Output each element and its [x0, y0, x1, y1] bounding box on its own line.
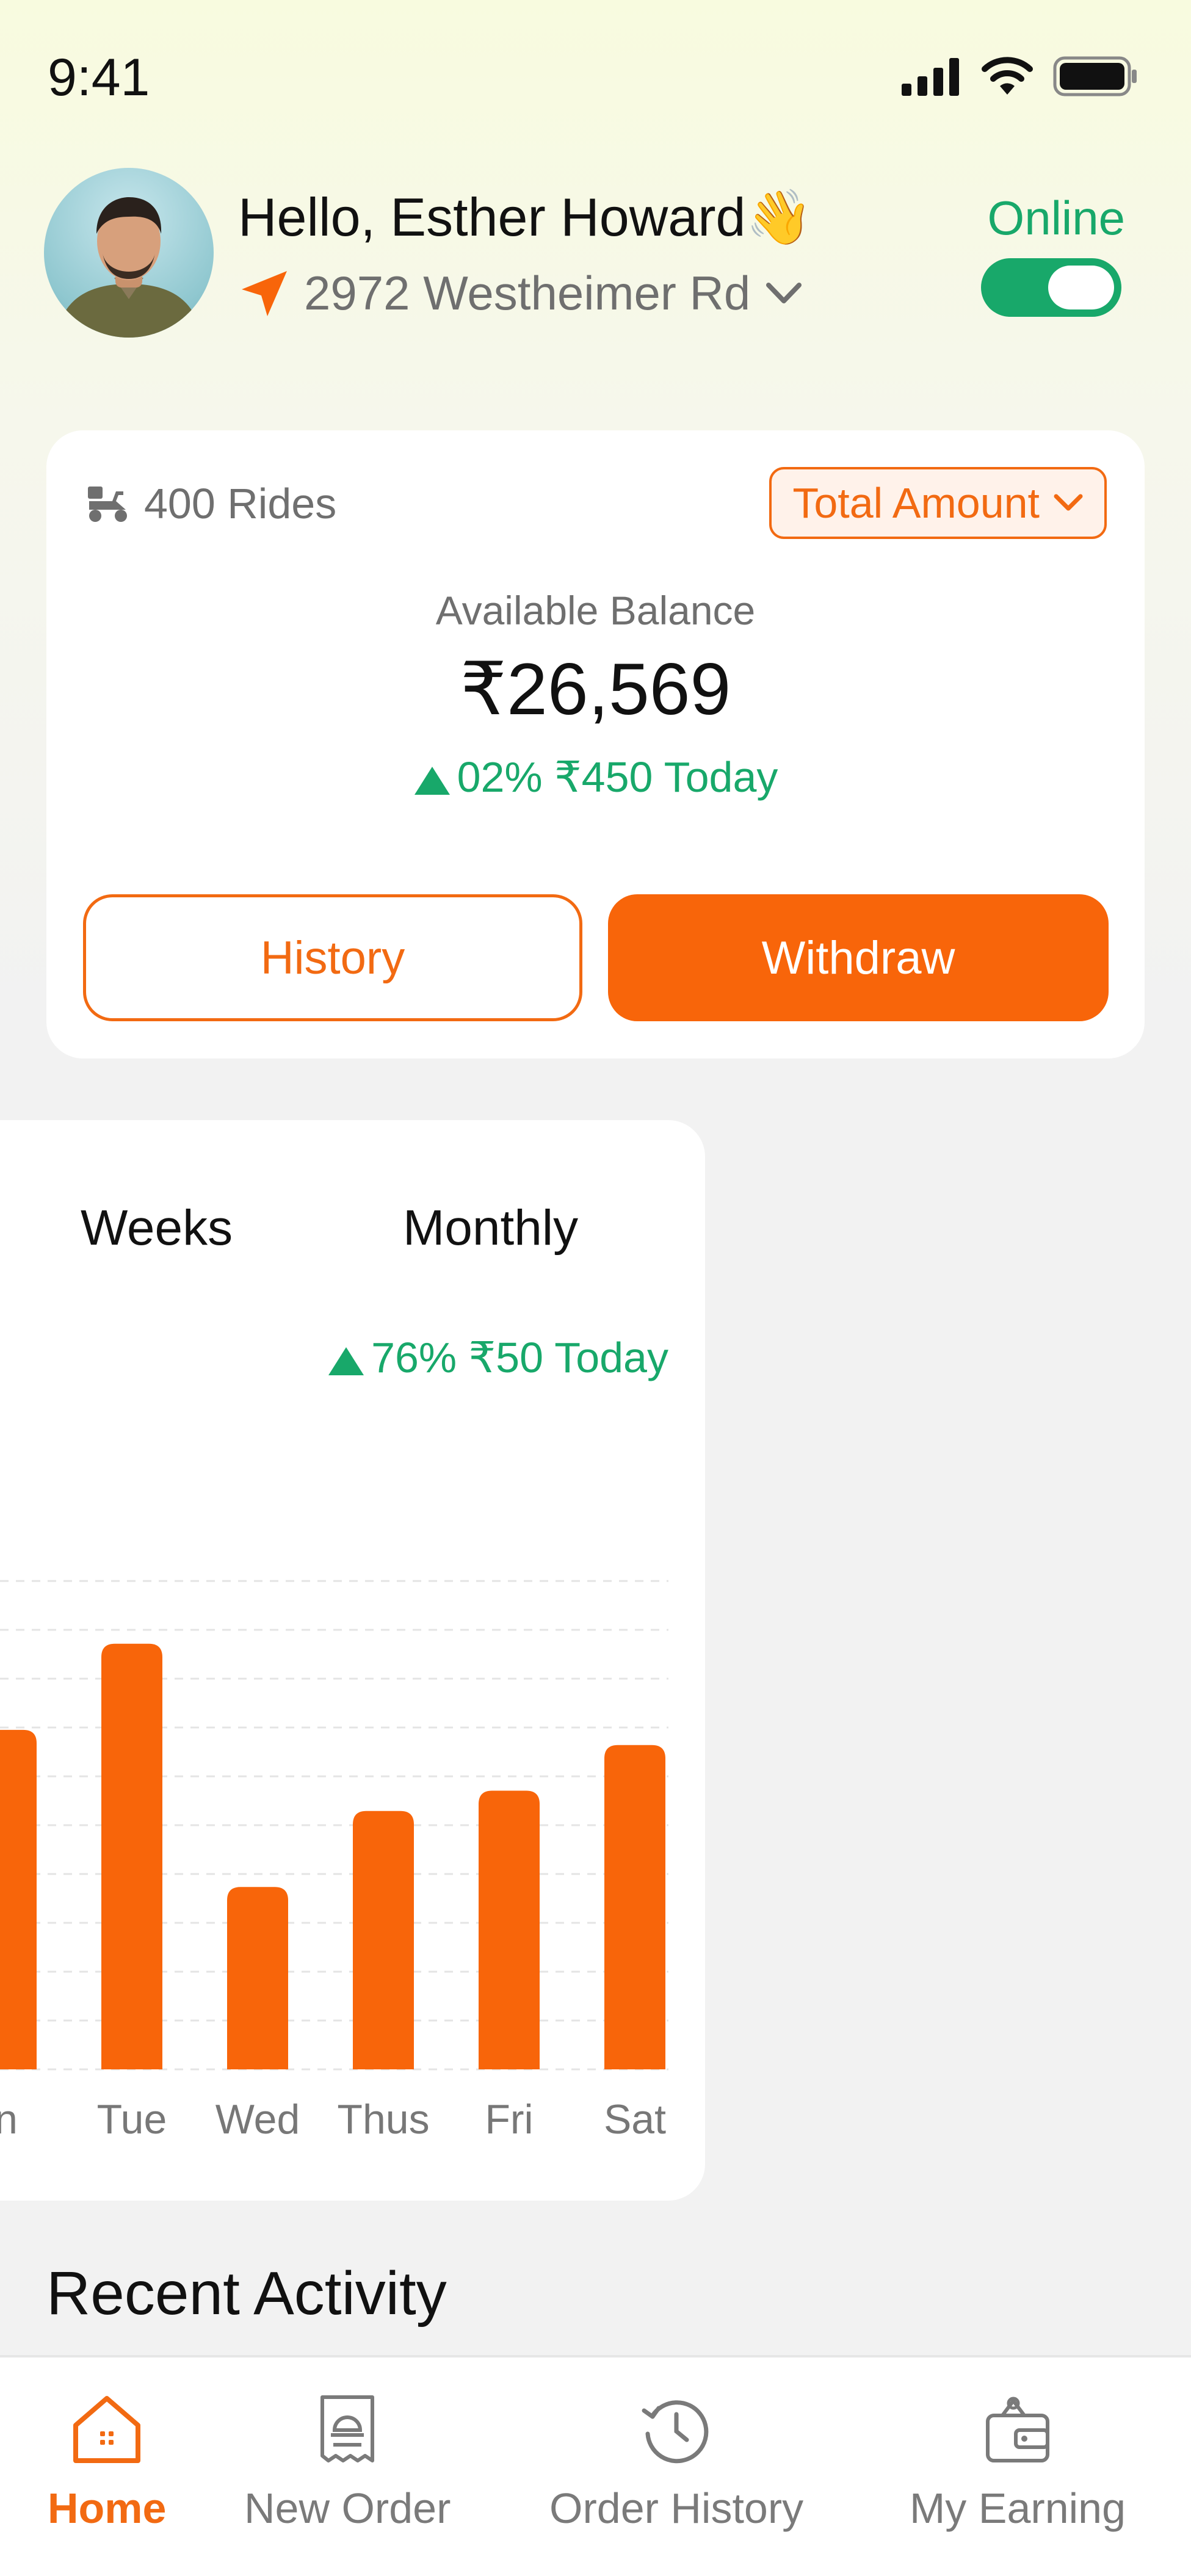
total-amount-dropdown[interactable]: Total Amount	[769, 467, 1107, 539]
earnings-chart-card: n Tue Wed Thus Fri Sat Weeks Monthly 76% ₹50 …	[0, 1120, 705, 2201]
status-time: 9:41	[48, 48, 150, 107]
navigation-arrow-icon	[242, 270, 287, 316]
tab-weeks[interactable]: Weeks	[81, 1199, 233, 1257]
nav-my-earning-label: My Earning	[910, 2484, 1126, 2532]
chart-bar[interactable]	[0, 1729, 37, 2069]
bottom-nav: Home New Order Order History My Earning	[0, 2355, 1191, 2576]
chevron-down-icon	[766, 282, 802, 303]
available-balance-label: Available Balance	[435, 588, 756, 633]
chart-tick-label: Fri	[485, 2096, 533, 2143]
online-label: Online	[987, 191, 1125, 245]
location-selector[interactable]: 2972 Westheimer Rd	[239, 266, 803, 321]
chart-bar[interactable]	[479, 1790, 540, 2070]
total-amount-label: Total Amount	[792, 479, 1040, 527]
nav-home[interactable]: Home	[48, 2391, 166, 2533]
chart-tick-label: n	[0, 2096, 18, 2143]
chart-tick-label: Tue	[97, 2096, 167, 2143]
nav-my-earning[interactable]: My Earning	[910, 2391, 1126, 2533]
receipt-icon	[320, 2395, 375, 2462]
tab-monthly[interactable]: Monthly	[403, 1199, 578, 1257]
chart-tick-label: Thus	[337, 2096, 429, 2143]
history-button[interactable]: History	[83, 894, 582, 1021]
rides-label: 400 Rides	[144, 480, 337, 527]
recent-activity-title: Recent Activity	[46, 2259, 447, 2328]
chart-bar[interactable]	[101, 1643, 162, 2069]
chart-bar[interactable]	[353, 1811, 414, 2069]
avatar[interactable]	[44, 168, 214, 338]
chevron-down-icon	[1054, 494, 1083, 511]
history-icon	[642, 2400, 709, 2464]
chart-tick-label: Wed	[215, 2096, 300, 2143]
nav-order-history[interactable]: Order History	[549, 2391, 803, 2533]
signal-icon	[902, 58, 959, 96]
rides-count: 400 Rides	[85, 479, 336, 528]
balance-card: 400 Rides Total Amount Available Balance…	[46, 430, 1145, 1058]
triangle-up-icon	[328, 1347, 364, 1375]
balance-change-text: 02% ₹450 Today	[457, 753, 778, 801]
nav-order-history-label: Order History	[549, 2484, 804, 2532]
scooter-icon	[88, 487, 127, 522]
chart-change-text: 76% ₹50 Today	[371, 1334, 668, 1381]
location-text: 2972 Westheimer Rd	[304, 266, 751, 320]
triangle-up-icon	[414, 766, 450, 795]
greeting: Hello, Esther Howard👋	[238, 187, 813, 247]
wallet-icon	[986, 2397, 1050, 2462]
home-icon	[73, 2396, 141, 2463]
nav-home-label: Home	[48, 2484, 167, 2532]
avatar-portrait-icon	[56, 197, 201, 338]
chart-bar[interactable]	[227, 1887, 288, 2069]
nav-new-order-label: New Order	[244, 2484, 451, 2532]
bar-chart: n Tue Wed Thus Fri Sat	[0, 1580, 668, 2143]
status-icons	[900, 56, 1139, 96]
balance-change: 02% ₹450 Today	[46, 752, 1145, 802]
wifi-icon	[982, 57, 1033, 95]
chart-bar[interactable]	[604, 1745, 665, 2069]
balance-value: ₹26,569	[460, 648, 731, 730]
battery-icon	[1053, 56, 1137, 96]
online-toggle[interactable]	[981, 258, 1121, 317]
chart-change: 76% ₹50 Today	[327, 1333, 668, 1383]
withdraw-button[interactable]: Withdraw	[608, 894, 1109, 1021]
nav-new-order[interactable]: New Order	[244, 2391, 451, 2533]
chart-tick-label: Sat	[604, 2096, 666, 2143]
toggle-knob	[1048, 266, 1114, 309]
